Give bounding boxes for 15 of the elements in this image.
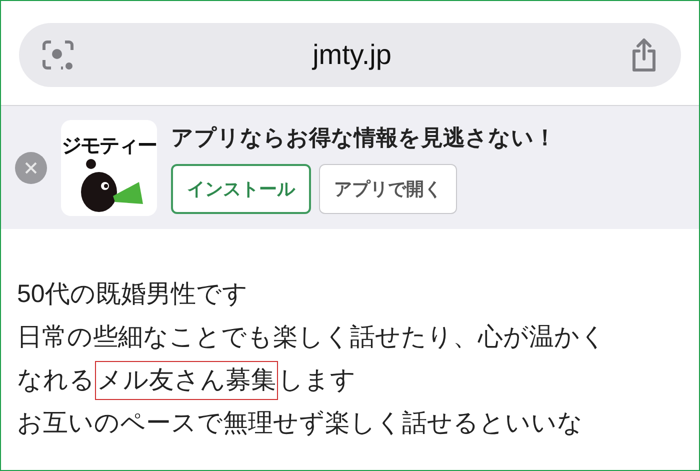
address-bar[interactable]: jmty.jp	[19, 23, 681, 87]
install-button[interactable]: インストール	[171, 164, 311, 214]
post-text: 日常の些細なことでも楽しく話せたり、心が温かく	[17, 322, 606, 353]
logo-text: ジモティー	[62, 136, 156, 156]
post-text: お互いのペースで無理せず楽しく話せるといいな	[17, 408, 583, 439]
close-button[interactable]	[15, 152, 47, 184]
post-text: します	[278, 364, 356, 396]
camera-scan-icon[interactable]	[41, 38, 75, 72]
post-text: 50代の既婚男性です	[17, 278, 248, 310]
highlighted-text: メル友さん募集	[95, 360, 278, 400]
url-text: jmty.jp	[312, 38, 392, 72]
post-text: なれる	[17, 364, 95, 396]
close-icon	[25, 162, 37, 174]
banner-message: アプリならお得な情報を見逃さない！	[171, 124, 556, 152]
open-app-button[interactable]: アプリで開く	[319, 164, 457, 214]
